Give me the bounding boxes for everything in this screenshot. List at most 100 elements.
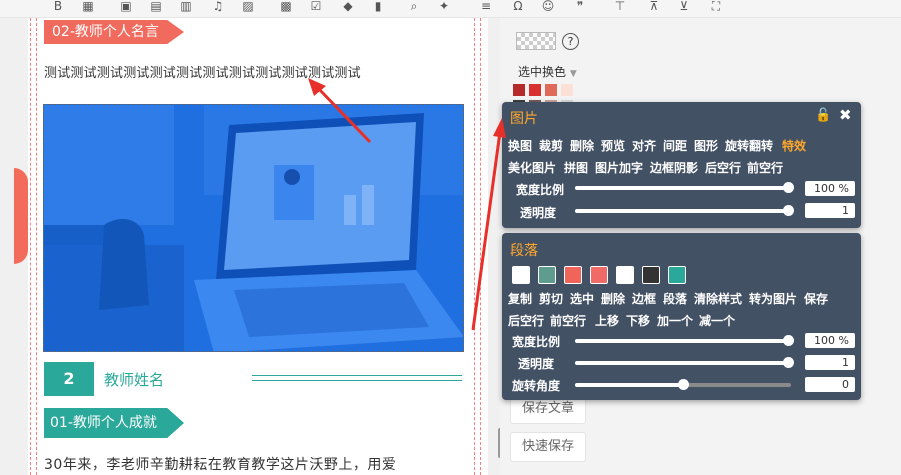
- slider-knob[interactable]: [783, 205, 794, 216]
- color-swatch[interactable]: [513, 84, 525, 96]
- transparent-color-swatch[interactable]: [516, 32, 556, 50]
- paragraph-color-swatch[interactable]: [590, 266, 608, 284]
- divider-icon[interactable]: ≡: [478, 0, 494, 12]
- insert-row-icon[interactable]: ⊤: [612, 0, 628, 12]
- opacity-slider[interactable]: [575, 357, 794, 368]
- paragraph-action[interactable]: 选中: [570, 290, 594, 307]
- color-select-label: 选中换色: [518, 65, 567, 79]
- paragraph-color-swatch[interactable]: [616, 266, 634, 284]
- unlock-icon[interactable]: 🔓: [815, 108, 831, 123]
- music-icon[interactable]: ♫: [210, 0, 226, 12]
- color-swatch[interactable]: [561, 84, 573, 96]
- width-ratio-label: 宽度比例: [512, 335, 561, 349]
- image-action[interactable]: 特效: [782, 137, 806, 154]
- width-ratio-slider[interactable]: [575, 182, 794, 193]
- achievement-section-header[interactable]: 01-教师个人成就: [44, 408, 184, 438]
- paragraph-color-swatch[interactable]: [642, 266, 660, 284]
- bold-icon[interactable]: B: [50, 0, 66, 12]
- paragraph-action[interactable]: 上移: [595, 312, 619, 329]
- width-ratio-value[interactable]: 100 %: [805, 181, 855, 196]
- editor-scrollbar[interactable]: [488, 18, 500, 475]
- search-replace-icon[interactable]: ⌕: [406, 0, 422, 12]
- image-action[interactable]: 旋转翻转: [725, 137, 773, 154]
- image-action[interactable]: 后空行: [705, 159, 741, 176]
- paragraph-action[interactable]: 删除: [601, 290, 625, 307]
- guide-line-right: [480, 18, 481, 475]
- guide-line-left: [30, 18, 31, 475]
- image-icon[interactable]: ▣: [118, 0, 134, 12]
- image-action[interactable]: 边框阴影: [650, 159, 698, 176]
- quote-icon[interactable]: ❞: [572, 0, 588, 12]
- chart-icon[interactable]: ▨: [240, 0, 256, 12]
- slider-knob[interactable]: [783, 182, 794, 193]
- paragraph-action[interactable]: 转为图片: [749, 290, 797, 307]
- image-action[interactable]: 预览: [601, 137, 625, 154]
- paragraph-color-swatch[interactable]: [538, 266, 556, 284]
- paragraph-action[interactable]: 边框: [632, 290, 656, 307]
- rotation-value[interactable]: 0: [805, 377, 855, 392]
- emoji-icon[interactable]: ☺: [540, 0, 556, 12]
- left-gutter: [0, 18, 28, 475]
- slider-knob[interactable]: [783, 335, 794, 346]
- paragraph-action[interactable]: 剪切: [539, 290, 563, 307]
- opacity-value[interactable]: 1: [805, 203, 855, 218]
- teacher-name[interactable]: 教师姓名: [104, 369, 164, 390]
- image-action[interactable]: 换图: [508, 137, 532, 154]
- paragraph-action[interactable]: 减一个: [699, 312, 735, 329]
- slider-knob[interactable]: [783, 357, 794, 368]
- quote-section-header[interactable]: 02-教师个人名言: [44, 20, 184, 44]
- image-action[interactable]: 裁剪: [539, 137, 563, 154]
- image-action[interactable]: 删除: [570, 137, 594, 154]
- image-action[interactable]: 间距: [663, 137, 687, 154]
- tag-icon[interactable]: ◆: [340, 0, 356, 12]
- image-action[interactable]: 对齐: [632, 137, 656, 154]
- paragraph-color-swatch[interactable]: [668, 266, 686, 284]
- opacity-label: 透明度: [520, 206, 557, 220]
- body-paragraph[interactable]: 30年来，李老师辛勤耕耘在教育教学这片沃野上，用爱: [44, 454, 396, 474]
- table-icon[interactable]: ▦: [80, 0, 96, 12]
- editor-canvas[interactable]: 02-教师个人名言 测试测试测试测试测试测试测试测试测试测试测试测试 2 教师姓…: [28, 18, 488, 475]
- opacity-slider[interactable]: [575, 205, 794, 216]
- help-icon[interactable]: ?: [562, 33, 579, 50]
- number-badge[interactable]: 2: [44, 362, 94, 396]
- panel-title-image: 图片: [510, 111, 538, 127]
- image-action[interactable]: 图片加字: [595, 159, 643, 176]
- image-action[interactable]: 前空行: [747, 159, 783, 176]
- width-ratio-slider[interactable]: [575, 335, 794, 346]
- paragraph-color-swatch[interactable]: [512, 266, 530, 284]
- paragraph-action[interactable]: 后空行: [508, 312, 544, 329]
- paragraph-action[interactable]: 保存: [804, 290, 828, 307]
- color-swatch[interactable]: [545, 84, 557, 96]
- paragraph-action[interactable]: 加一个: [657, 312, 693, 329]
- selected-image[interactable]: [43, 104, 464, 352]
- paragraph-action[interactable]: 下移: [626, 312, 650, 329]
- format-clear-icon[interactable]: ⊼: [646, 0, 662, 12]
- fullscreen-icon[interactable]: ⛶: [708, 0, 724, 12]
- paragraph-action[interactable]: 段落: [663, 290, 687, 307]
- image-action[interactable]: 图形: [694, 137, 718, 154]
- slider-knob[interactable]: [678, 379, 689, 390]
- download-icon[interactable]: ⊻: [676, 0, 692, 12]
- image-gallery-icon[interactable]: ▤: [148, 0, 164, 12]
- paragraph-action[interactable]: 前空行: [550, 312, 586, 329]
- paragraph-color-swatch[interactable]: [564, 266, 582, 284]
- color-swatch[interactable]: [529, 84, 541, 96]
- close-icon[interactable]: ✖: [839, 106, 852, 124]
- paragraph-action[interactable]: 复制: [508, 290, 532, 307]
- omega-icon[interactable]: Ω: [510, 0, 526, 12]
- magic-icon[interactable]: ✦: [436, 0, 452, 12]
- width-ratio-label: 宽度比例: [516, 183, 565, 197]
- rotation-slider[interactable]: [575, 379, 791, 390]
- color-select-dropdown[interactable]: 选中换色 ▼: [518, 63, 577, 80]
- bookmark-icon[interactable]: ▮: [370, 0, 386, 12]
- image-action[interactable]: 美化图片: [508, 159, 556, 176]
- width-ratio-value[interactable]: 100 %: [805, 333, 855, 348]
- template-icon[interactable]: ▩: [278, 0, 294, 12]
- video-icon[interactable]: ▥: [178, 0, 194, 12]
- checkbox-icon[interactable]: ☑: [308, 0, 324, 12]
- quick-save-button[interactable]: 快速保存: [510, 432, 586, 462]
- opacity-value[interactable]: 1: [805, 355, 855, 370]
- quote-text[interactable]: 测试测试测试测试测试测试测试测试测试测试测试测试: [44, 62, 361, 81]
- image-action[interactable]: 拼图: [564, 159, 588, 176]
- paragraph-action[interactable]: 清除样式: [694, 290, 742, 307]
